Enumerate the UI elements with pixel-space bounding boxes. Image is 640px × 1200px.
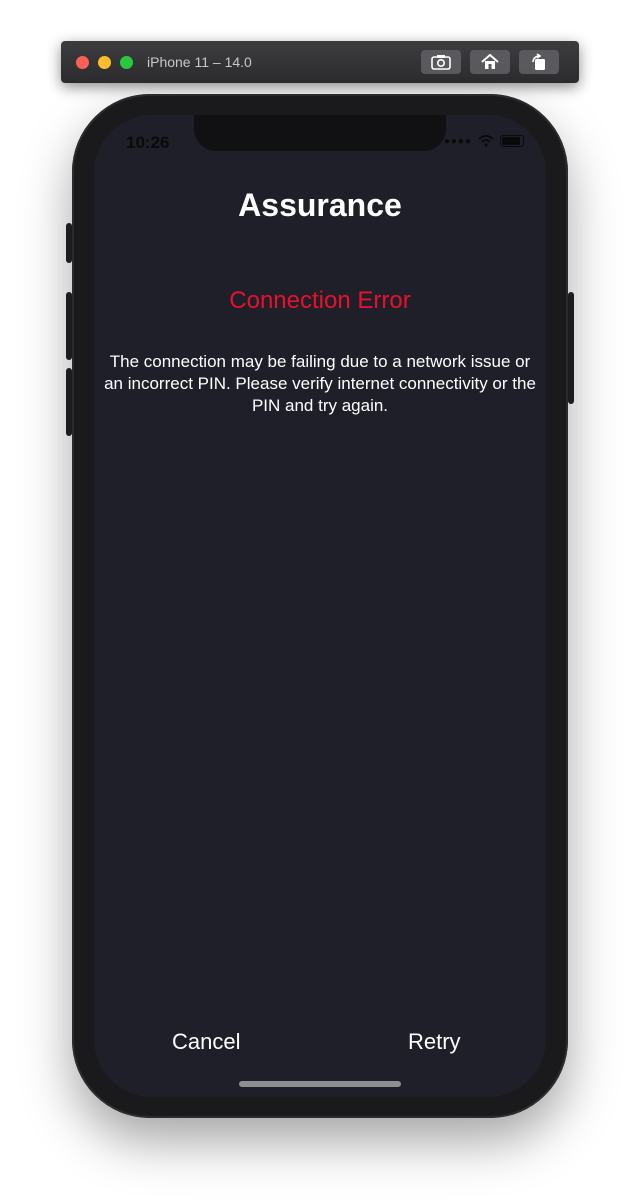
simulator-title: iPhone 11 – 14.0 <box>147 54 252 70</box>
error-message: The connection may be failing due to a n… <box>94 351 546 417</box>
home-indicator[interactable] <box>239 1081 401 1087</box>
power-button <box>568 292 574 404</box>
cancel-button[interactable]: Cancel <box>172 1029 240 1055</box>
close-window-button[interactable] <box>76 56 89 69</box>
wifi-icon <box>478 135 494 147</box>
retry-button[interactable]: Retry <box>408 1029 461 1055</box>
screenshot-icon <box>431 55 451 70</box>
status-icons: ●●●● <box>444 135 524 147</box>
minimize-window-button[interactable] <box>98 56 111 69</box>
zoom-window-button[interactable] <box>120 56 133 69</box>
home-button[interactable] <box>470 50 510 74</box>
simulator-title-bar: iPhone 11 – 14.0 <box>61 41 579 83</box>
error-title: Connection Error <box>229 287 411 314</box>
rotate-button[interactable] <box>519 50 559 74</box>
error-message-line: PIN and try again. <box>251 396 389 415</box>
status-time: 10:26 <box>126 133 170 152</box>
error-message-line: an incorrect PIN. Please verify internet… <box>104 374 536 393</box>
phone-screen: 10:26 ●●●● Assurance Connection Error Th… <box>94 115 546 1097</box>
battery-icon <box>500 135 524 147</box>
notch <box>194 115 446 151</box>
error-message-line: The connection may be failing due to a n… <box>109 352 531 371</box>
screenshot-button[interactable] <box>421 50 461 74</box>
signal-icon: ●●●● <box>443 135 472 147</box>
home-icon <box>481 54 499 69</box>
rotate-icon <box>532 53 545 70</box>
page-title: Assurance <box>238 187 402 223</box>
